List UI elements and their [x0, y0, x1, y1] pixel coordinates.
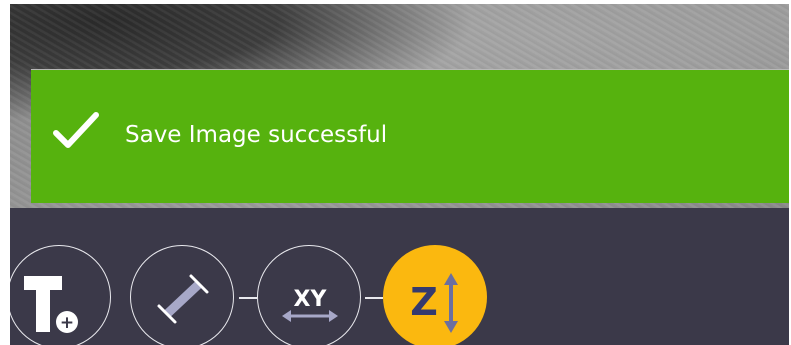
- text-plus-icon: +: [24, 276, 78, 333]
- measure-line-icon: [157, 274, 209, 324]
- z-arrow-icon: Z: [410, 273, 458, 333]
- xy-arrow-icon: XY: [282, 287, 338, 322]
- tool-connector: [239, 297, 257, 299]
- measurement-toolbar: + XY Z: [7, 208, 789, 345]
- success-notification: Save Image successful: [31, 69, 791, 203]
- svg-text:XY: XY: [294, 287, 328, 312]
- notification-message: Save Image successful: [125, 122, 388, 148]
- app-frame: + XY Z Save Image successful: [0, 0, 791, 345]
- window-edge-left: [0, 0, 10, 345]
- add-text-button[interactable]: +: [7, 245, 111, 345]
- measure-z-button[interactable]: Z: [383, 245, 487, 345]
- svg-text:Z: Z: [410, 280, 438, 324]
- measure-distance-button[interactable]: [130, 245, 234, 345]
- measure-xy-button[interactable]: XY: [257, 245, 361, 345]
- checkmark-icon: [53, 112, 99, 148]
- window-edge-top: [0, 0, 791, 4]
- tool-connector: [365, 297, 383, 299]
- svg-text:+: +: [60, 313, 74, 333]
